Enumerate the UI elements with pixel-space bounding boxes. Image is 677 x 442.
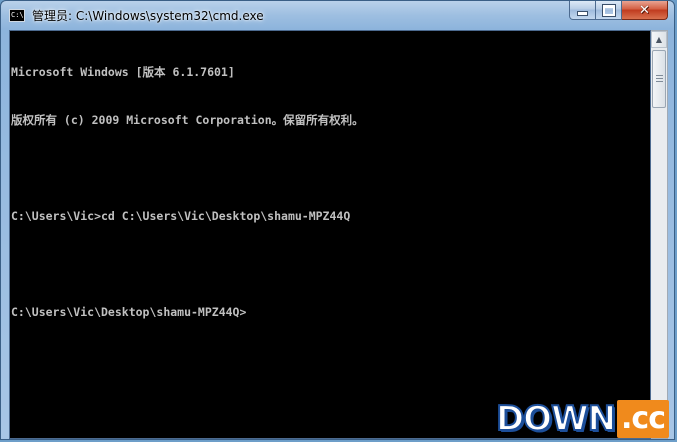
grip-line [656,75,663,76]
console-prompt-line[interactable]: C:\Users\Vic\Desktop\shamu-MPZ44Q> [11,304,364,320]
cmd-window: C:\ 管理员: C:\Windows\system32\cmd.exe ✕ M… [0,0,675,440]
scroll-thumb[interactable] [652,50,666,108]
console-output[interactable]: Microsoft Windows [版本 6.1.7601] 版权所有 (c)… [9,30,651,439]
watermark-text: DOWN [495,398,617,440]
site-watermark: DOWN .cc [495,398,669,440]
cmd-app-icon[interactable]: C:\ [9,9,25,22]
close-button[interactable]: ✕ [622,1,668,20]
minimize-button[interactable] [569,1,596,20]
grip-line [656,81,663,82]
console-line: C:\Users\Vic>cd C:\Users\Vic\Desktop\sha… [11,209,351,223]
caption-buttons: ✕ [569,1,668,21]
vertical-scrollbar[interactable]: ▲ ▼ [651,30,668,439]
maximize-button[interactable] [596,1,622,20]
title-bar[interactable]: C:\ 管理员: C:\Windows\system32\cmd.exe ✕ [1,1,674,31]
minimize-icon [577,10,588,16]
window-title: 管理员: C:\Windows\system32\cmd.exe [32,9,264,23]
watermark-suffix: .cc [617,400,669,438]
console-line: Microsoft Windows [版本 6.1.7601] [11,65,235,79]
maximize-icon [601,3,616,17]
scroll-up-button[interactable]: ▲ [651,31,667,48]
close-icon: ✕ [639,2,650,18]
console-line: 版权所有 (c) 2009 Microsoft Corporation。保留所有… [11,113,364,127]
chevron-up-icon: ▲ [655,35,663,44]
console-text: Microsoft Windows [版本 6.1.7601] 版权所有 (c)… [11,32,364,352]
grip-line [656,78,663,79]
